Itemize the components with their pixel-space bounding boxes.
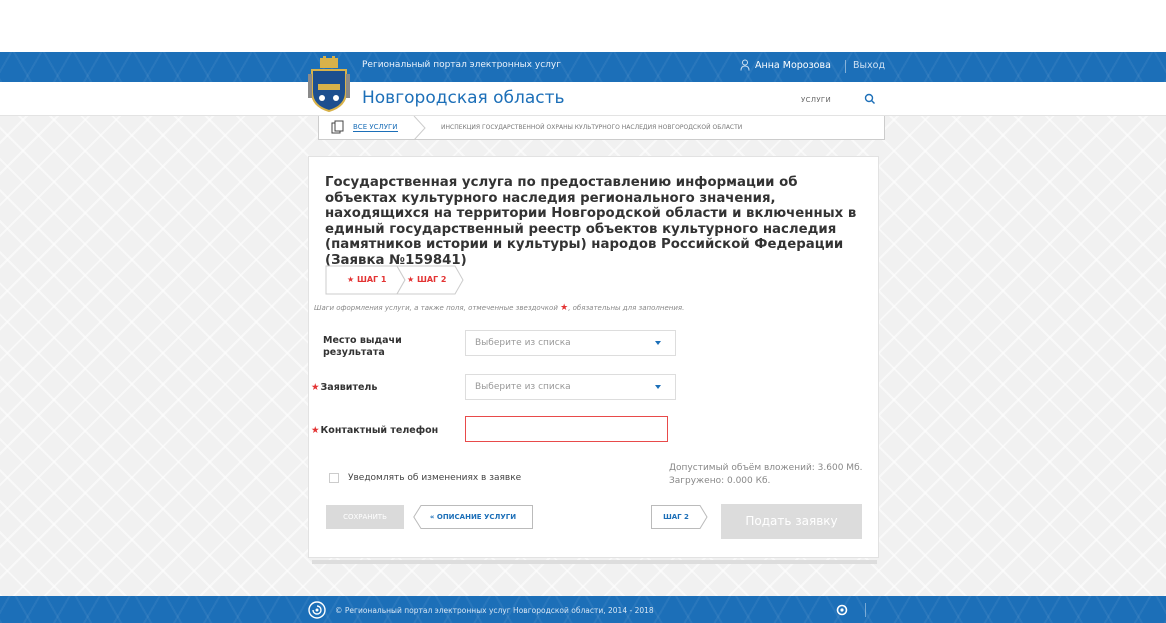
region-title[interactable]: Новгородская область	[362, 88, 565, 108]
required-star-icon: ★	[311, 425, 320, 436]
breadcrumb: ВСЕ УСЛУГИ ИНСПЕКЦИЯ ГОСУДАРСТВЕННОЙ ОХР…	[318, 116, 885, 140]
header-main-bar	[0, 82, 1166, 116]
services-link[interactable]: услуги	[801, 96, 831, 104]
applicant-select-value: Выберите из списка	[475, 382, 571, 392]
phone-label: ★Контактный телефон	[311, 425, 438, 437]
header-top-bar	[0, 52, 1166, 82]
footer-separator	[865, 603, 866, 617]
required-hint-tail: , обязательны для заполнения.	[568, 304, 685, 312]
place-select[interactable]: Выберите из списка	[465, 330, 676, 356]
breadcrumb-current: ИНСПЕКЦИЯ ГОСУДАРСТВЕННОЙ ОХРАНЫ КУЛЬТУР…	[441, 124, 743, 131]
place-label: Место выдачи результата	[323, 335, 402, 358]
attachment-allowed: Допустимый объём вложений: 3.600 Мб.	[669, 463, 863, 473]
save-button[interactable]: СОХРАНИТЬ	[326, 505, 404, 529]
step-tabs: ★ ШАГ 1 ★ ШАГ 2	[325, 265, 475, 295]
next-step-label: ШАГ 2	[663, 513, 689, 521]
portal-logo-icon	[308, 601, 326, 619]
tab-step-1-label: ШАГ 1	[356, 275, 387, 284]
chevron-down-icon	[655, 341, 661, 345]
tab-step-2-label: ШАГ 2	[416, 275, 447, 284]
breadcrumb-all-services[interactable]: ВСЕ УСЛУГИ	[353, 123, 398, 132]
required-star-icon: ★	[560, 303, 569, 313]
tab-step-2[interactable]: ★ ШАГ 2	[407, 275, 447, 284]
submit-button[interactable]: Подать заявку	[721, 504, 862, 539]
chevron-down-icon	[655, 385, 661, 389]
notify-option[interactable]: Уведомлять об изменениях в заявке	[329, 473, 521, 483]
service-description-button[interactable]: « ОПИСАНИЕ УСЛУГИ	[413, 505, 533, 529]
footer-copyright: © Региональный портал электронных услуг …	[335, 606, 654, 615]
breadcrumb-chevron-icon	[413, 116, 426, 140]
notify-label: Уведомлять об изменениях в заявке	[348, 473, 522, 483]
required-hint-text: Шаги оформления услуги, а также поля, от…	[314, 304, 558, 312]
applicant-select[interactable]: Выберите из списка	[465, 374, 676, 400]
settings-icon[interactable]	[836, 604, 848, 616]
service-title: Государственная услуга по предоставлению…	[325, 175, 857, 268]
phone-label-text: Контактный телефон	[320, 425, 439, 436]
header-separator	[845, 60, 846, 73]
user-name: Анна Морозова	[755, 59, 831, 71]
card-shadow	[312, 560, 877, 564]
notify-checkbox[interactable]	[329, 473, 339, 483]
logout-link[interactable]: Выход	[853, 60, 885, 71]
service-description-label: « ОПИСАНИЕ УСЛУГИ	[429, 513, 517, 521]
attachment-uploaded: Загружено: 0.000 Кб.	[669, 475, 771, 486]
place-select-value: Выберите из списка	[475, 338, 571, 348]
tab-step-1[interactable]: ★ ШАГ 1	[347, 275, 387, 284]
phone-input[interactable]	[465, 416, 668, 442]
documents-icon	[331, 120, 344, 134]
required-hint: Шаги оформления услуги, а также поля, от…	[314, 303, 684, 313]
required-star-icon: ★	[311, 382, 320, 393]
top-strip	[0, 0, 1166, 52]
service-form-card: Государственная услуга по предоставлению…	[308, 156, 879, 558]
user-icon	[740, 59, 750, 71]
search-icon[interactable]	[864, 93, 876, 105]
applicant-label-text: Заявитель	[320, 382, 378, 393]
attachment-limits: Допустимый объём вложений: 3.600 Мб. Заг…	[669, 462, 862, 487]
portal-name: Региональный портал электронных услуг	[362, 60, 561, 70]
emblem-icon[interactable]	[306, 56, 352, 112]
next-step-button[interactable]: ШАГ 2	[651, 505, 708, 529]
user-menu[interactable]: Анна Морозова	[740, 59, 831, 71]
applicant-label: ★Заявитель	[311, 382, 377, 394]
